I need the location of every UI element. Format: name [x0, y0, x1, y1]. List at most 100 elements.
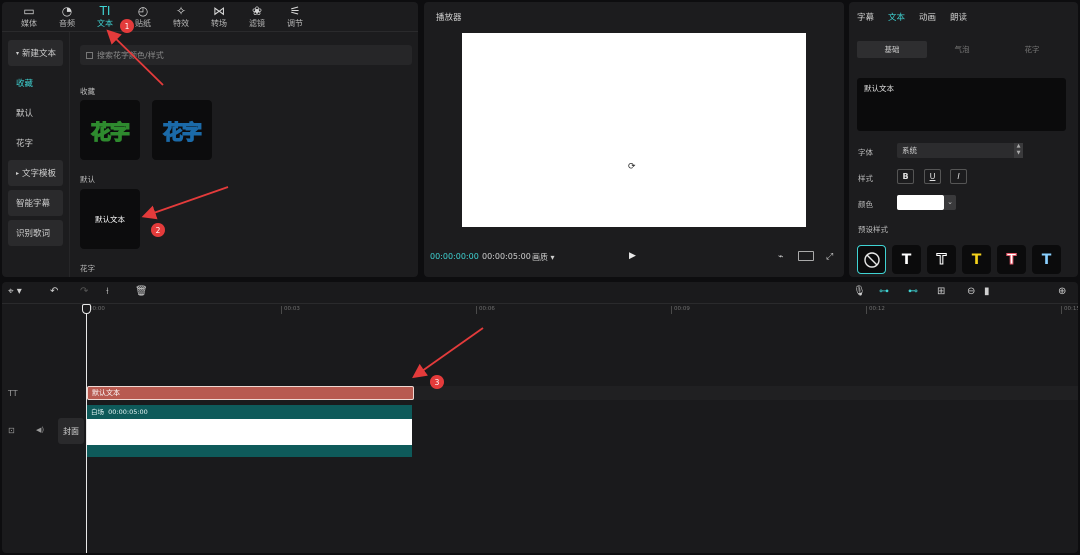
tool-transition[interactable]: ⋈ 转场 [200, 2, 238, 32]
preview-canvas[interactable] [462, 33, 806, 227]
zoom-in-icon[interactable]: ⊕ [1058, 286, 1066, 297]
tool-adjust[interactable]: ⚟ 调节 [276, 2, 314, 32]
search-input[interactable]: 搜索花字颜色/样式 [80, 45, 412, 65]
preset-yellow[interactable]: T [962, 245, 991, 274]
section-favorites-label: 收藏 [80, 87, 95, 96]
sidebar-item-default[interactable]: 默认 [8, 100, 63, 126]
huazi-green-sample: 花字 [90, 119, 130, 144]
time-ruler[interactable]: 00:00 00:03 00:06 00:09 00:12 00:15 [86, 305, 1078, 315]
sidebar-item-lyrics[interactable]: 识别歌词 [8, 220, 63, 246]
subtab-bubble[interactable]: 气泡 [927, 41, 997, 58]
zoom-out-icon[interactable]: ⊖ [967, 286, 975, 297]
tab-text[interactable]: 文本 [888, 11, 905, 23]
tab-animation[interactable]: 动画 [919, 11, 936, 23]
annotation-badge-1: 1 [120, 19, 134, 33]
tool-adjust-label: 调节 [287, 19, 303, 28]
undo-icon[interactable]: ↶ [50, 286, 58, 297]
default-text-tile[interactable]: 默认文本 [80, 189, 140, 249]
style-label: 样式 [858, 174, 873, 183]
split-preview-icon[interactable]: ⊞ [937, 286, 945, 297]
sidebar-item-label: 默认 [16, 109, 34, 119]
transition-icon: ⋈ [213, 4, 225, 18]
sidebar-item-favorites[interactable]: 收藏 [8, 70, 63, 96]
video-clip[interactable]: 白场 00:00:05:00 [87, 405, 412, 457]
text-icon: TI [99, 4, 111, 18]
section-default-label: 默认 [80, 175, 95, 184]
sidebar-item-huazi[interactable]: 花字 [8, 130, 63, 156]
total-timecode: 00:00:05:00 [482, 252, 531, 261]
link-main-track-icon[interactable]: ⊶ [879, 286, 889, 297]
sidebar-item-new-text[interactable]: ▾ 新建文本 [8, 40, 63, 66]
sticker-icon: ◴ [137, 4, 149, 18]
underline-button[interactable]: U [924, 169, 941, 184]
section-huazi-label: 花字 [80, 264, 95, 273]
timeline-panel: ⌖ ▾ ↶ ↷ ⟊ 🗑 🎙 ⊶ ⊷ ⊞ ⊖ ▮ ⊕ 00:00 00:03 00… [2, 282, 1078, 553]
redo-icon[interactable]: ↷ [80, 286, 88, 297]
tool-effects[interactable]: ✧ 特效 [162, 2, 200, 32]
chevron-down-icon[interactable]: ⌄ [944, 195, 956, 210]
sidebar-item-label: 智能字幕 [16, 199, 51, 209]
tool-audio-label: 音频 [59, 19, 75, 28]
italic-button[interactable]: I [950, 169, 967, 184]
preset-blue[interactable]: T [1032, 245, 1061, 274]
video-clip-duration: 00:00:05:00 [108, 408, 148, 416]
expand-triangle-icon: ▸ [16, 169, 20, 177]
font-select[interactable]: 系统 [897, 143, 1022, 158]
ruler-tick: 00:09 [671, 306, 690, 314]
font-stepper[interactable]: ▲ ▼ [1014, 143, 1023, 158]
playhead-line[interactable] [86, 304, 87, 553]
preset-white[interactable]: T [892, 245, 921, 274]
tool-text-label: 文本 [97, 19, 113, 28]
huazi-green-tile[interactable]: 花字 [80, 100, 140, 160]
video-clip-header: 白场 00:00:05:00 [87, 405, 412, 419]
waveform-icon[interactable]: ⌁ [778, 252, 783, 262]
zoom-slider-handle[interactable]: ▮ [984, 286, 990, 297]
subtab-basic[interactable]: 基础 [857, 41, 927, 58]
audio-mute-icon[interactable]: ◀) [36, 426, 44, 434]
tool-transition-label: 转场 [211, 19, 227, 28]
default-text-tile-label: 默认文本 [95, 214, 125, 224]
microphone-icon[interactable]: 🎙 [853, 286, 866, 297]
tool-audio[interactable]: ◔ 音频 [48, 2, 86, 32]
tool-text[interactable]: TI 文本 [86, 2, 124, 32]
play-icon[interactable]: ▶ [629, 251, 636, 261]
font-label: 字体 [858, 148, 873, 157]
no-style-icon [863, 251, 880, 268]
delete-icon[interactable]: 🗑 [135, 286, 148, 297]
subtab-huazi[interactable]: 花字 [997, 41, 1067, 58]
bold-button[interactable]: B [897, 169, 914, 184]
tab-subtitle[interactable]: 字幕 [857, 11, 874, 23]
split-icon[interactable]: ⟊ [106, 286, 109, 297]
color-label: 颜色 [858, 200, 873, 209]
tool-filter[interactable]: ❀ 滤镜 [238, 2, 276, 32]
tab-read-aloud[interactable]: 朗读 [950, 11, 967, 23]
annotation-badge-3: 3 [430, 375, 444, 389]
tool-media[interactable]: ▭ 媒体 [10, 2, 48, 32]
text-track-icon: TT [8, 389, 18, 398]
player-controls: 00:00:00:00 00:00:05:00 画质 ▾ ▶ ⌁ ⤢ [424, 250, 844, 266]
playhead-handle[interactable] [82, 304, 91, 314]
sidebar-item-smart-subtitle[interactable]: 智能字幕 [8, 190, 63, 216]
huazi-blue-tile[interactable]: 花字 [152, 100, 212, 160]
tool-filter-label: 滤镜 [249, 19, 265, 28]
text-content-input[interactable]: 默认文本 [857, 78, 1066, 131]
ratio-icon[interactable] [798, 251, 814, 261]
link-icon[interactable]: ⊷ [908, 286, 918, 297]
cover-button[interactable]: 封面 [58, 418, 84, 444]
color-swatch[interactable] [897, 195, 944, 210]
sidebar-item-text-template[interactable]: ▸ 文字模板 [8, 160, 63, 186]
select-cursor-icon[interactable]: ⌖ ▾ [8, 286, 22, 297]
sidebar-item-label: 收藏 [16, 79, 34, 89]
ruler-tick: 00:03 [281, 306, 300, 314]
sidebar-item-label: 识别歌词 [16, 229, 51, 239]
loading-icon: ⟳ [628, 162, 636, 172]
fullscreen-icon[interactable]: ⤢ [826, 252, 833, 262]
filter-icon: ❀ [251, 4, 263, 18]
quality-dropdown[interactable]: 画质 ▾ [532, 252, 555, 263]
properties-tabs: 字幕 文本 动画 朗读 [857, 11, 967, 23]
preset-outline[interactable]: T [927, 245, 956, 274]
sidebar-item-label: 文字模板 [22, 169, 57, 179]
preset-pink-outline[interactable]: T [997, 245, 1026, 274]
preset-none[interactable] [857, 245, 886, 274]
text-clip[interactable]: 默认文本 [87, 386, 414, 400]
